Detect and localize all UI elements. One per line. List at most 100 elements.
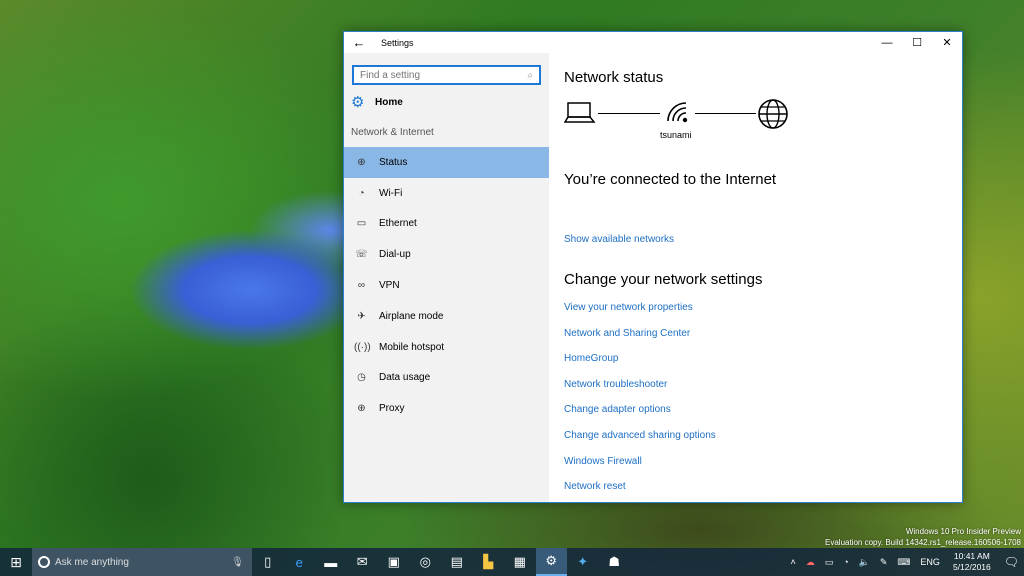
connection-line (598, 113, 660, 114)
taskbar-app-people[interactable]: ☗ (599, 548, 631, 576)
search-input[interactable] (360, 69, 528, 81)
microphone-icon[interactable]: 🎙 (231, 557, 244, 568)
pen-icon[interactable]: ✎ (880, 557, 888, 568)
show-hidden-icons-chevron[interactable]: ˄ (790, 557, 795, 567)
settings-link-change-adapter-options[interactable]: Change adapter options (564, 404, 671, 415)
sidebar-item-mobile-hotspot[interactable]: ((·)) Mobile hotspot (344, 332, 549, 363)
ethernet-icon: ▭ (356, 218, 367, 230)
show-available-networks-link[interactable]: Show available networks (564, 234, 674, 245)
settings-link-homegroup[interactable]: HomeGroup (564, 353, 618, 364)
gear-icon: ⚙ (351, 94, 365, 111)
sidebar-item-label: Status (379, 156, 408, 168)
folder-icon: ▙ (483, 554, 494, 569)
sidebar-item-proxy[interactable]: ⊕ Proxy (344, 393, 549, 424)
home-link[interactable]: ⚙ Home (351, 93, 403, 111)
file-explorer-icon: ▬ (324, 554, 338, 570)
window-title: Settings (381, 37, 414, 48)
watermark-line-2: Evaluation copy. Build 14342.rs1_release… (825, 538, 1021, 547)
sidebar-item-wi-fi[interactable]: ◔ Wi-Fi (344, 178, 549, 209)
close-button[interactable]: ✕ (932, 32, 962, 53)
settings-link-network-reset[interactable]: Network reset (564, 481, 626, 492)
taskbar-app-office[interactable]: ▦ (504, 548, 536, 576)
people-icon: ☗ (608, 554, 621, 569)
connection-line (695, 113, 756, 114)
title-bar[interactable]: ← Settings — ☐ ✕ (344, 32, 962, 53)
data-usage-icon: ◷ (357, 372, 366, 384)
settings-window: ← Settings — ☐ ✕ ⌕ ⚙ Home Network & Inte… (343, 31, 963, 503)
taskbar: ⊞ Ask me anything 🎙 ▯ e ▬ ✉ ▣ ◎ ▤ ▙ ▦ ⚙ ✦ ☗ ˄ ☁ ▭ ◔… (0, 548, 1024, 576)
language-indicator[interactable]: ENG (920, 557, 940, 567)
wifi-tray-icon[interactable]: ◔ (843, 557, 848, 567)
search-box[interactable]: ⌕ (352, 65, 541, 85)
status-globe-icon: ⊕ (357, 156, 366, 168)
wifi-icon: ◔ (358, 187, 365, 199)
office-icon: ▦ (513, 554, 526, 569)
close-icon: ✕ (942, 37, 952, 49)
network-diagram: tsunami (564, 93, 794, 145)
taskbar-app-movies[interactable]: ▤ (441, 548, 473, 576)
taskbar-app-mail[interactable]: ✉ (347, 548, 379, 576)
battery-icon[interactable]: ▭ (825, 557, 834, 568)
network-status-heading: Network status (564, 69, 664, 86)
home-label: Home (375, 96, 403, 108)
sidebar-item-label: Wi-Fi (379, 187, 403, 199)
build-watermark: Windows 10 Pro Insider Preview Evaluatio… (825, 526, 1021, 548)
touch-keyboard-icon[interactable]: ⌨ (897, 557, 910, 568)
network-name: tsunami (660, 130, 692, 140)
sidebar-nav: ⊕ Status ◔ Wi-Fi ▭ Ethernet ☏ Dial-up ∞ VPN ✈ Airpl… (344, 147, 549, 424)
vpn-icon: ∞ (357, 280, 366, 292)
cortana-icon (38, 556, 50, 568)
watermark-line-1: Windows 10 Pro Insider Preview (905, 527, 1021, 536)
sidebar-item-airplane-mode[interactable]: ✈ Airplane mode (344, 301, 549, 332)
taskbar-app-settings[interactable]: ⚙ (535, 548, 567, 576)
settings-link-view-your-network-properties[interactable]: View your network properties (564, 302, 693, 313)
sidebar-item-label: Dial-up (379, 249, 411, 261)
mail-icon: ✉ (356, 554, 368, 569)
sidebar: ⌕ ⚙ Home Network & Internet ⊕ Status ◔ Wi-F… (344, 53, 549, 502)
sidebar-item-data-usage[interactable]: ◷ Data usage (344, 363, 549, 394)
sidebar-item-status[interactable]: ⊕ Status (344, 147, 549, 178)
taskbar-app-webcam[interactable]: ◎ (410, 548, 442, 576)
edge-icon: e (295, 554, 303, 570)
start-button[interactable]: ⊞ (0, 548, 32, 576)
sidebar-item-ethernet[interactable]: ▭ Ethernet (344, 209, 549, 240)
system-tray: ˄ ☁ ▭ ◔ 🔈 ✎ ⌨ ENG 10:41 AM 5/12/2016 🗨 (785, 548, 1024, 576)
taskbar-app-task-view[interactable]: ▯ (252, 548, 284, 576)
back-arrow-icon[interactable]: ← (344, 32, 374, 53)
taskbar-app-twitter[interactable]: ✦ (567, 548, 599, 576)
webcam-icon: ◎ (419, 554, 431, 569)
section-heading: Network & Internet (351, 127, 434, 138)
sidebar-item-vpn[interactable]: ∞ VPN (344, 270, 549, 301)
volume-icon[interactable]: 🔈 (859, 557, 870, 568)
maximize-button[interactable]: ☐ (902, 32, 932, 53)
sidebar-item-dial-up[interactable]: ☏ Dial-up (344, 239, 549, 270)
clock[interactable]: 10:41 AM 5/12/2016 (953, 551, 991, 573)
settings-link-change-advanced-sharing-options[interactable]: Change advanced sharing options (564, 430, 716, 441)
settings-link-network-and-sharing-center[interactable]: Network and Sharing Center (564, 328, 690, 339)
onedrive-error-icon[interactable]: ☁ (806, 557, 815, 568)
hotspot-icon: ((·)) (354, 341, 371, 353)
airplane-icon: ✈ (357, 310, 366, 322)
settings-link-windows-firewall[interactable]: Windows Firewall (564, 456, 642, 467)
laptop-icon (564, 102, 596, 123)
taskbar-app-edge[interactable]: e (284, 548, 316, 576)
minimize-icon: — (881, 36, 893, 49)
cortana-search-box[interactable]: Ask me anything 🎙 (32, 548, 252, 576)
sidebar-item-label: Ethernet (379, 218, 417, 230)
windows-logo-icon: ⊞ (10, 553, 22, 570)
settings-link-network-troubleshooter[interactable]: Network troubleshooter (564, 379, 667, 390)
internet-globe-icon (758, 99, 788, 129)
task-view-icon: ▯ (264, 554, 272, 569)
search-icon[interactable]: ⌕ (527, 70, 533, 81)
wifi-signal-icon (667, 102, 688, 123)
taskbar-app-file-explorer[interactable]: ▬ (315, 548, 347, 576)
store-icon: ▣ (387, 554, 400, 569)
cortana-placeholder: Ask me anything (55, 556, 129, 568)
twitter-icon: ✦ (577, 554, 589, 569)
taskbar-app-store[interactable]: ▣ (378, 548, 410, 576)
minimize-button[interactable]: — (872, 32, 902, 53)
action-center-icon[interactable]: 🗨 (1004, 555, 1019, 569)
taskbar-app-folder[interactable]: ▙ (473, 548, 505, 576)
sidebar-item-label: VPN (379, 280, 400, 292)
proxy-globe-icon: ⊕ (357, 403, 366, 415)
